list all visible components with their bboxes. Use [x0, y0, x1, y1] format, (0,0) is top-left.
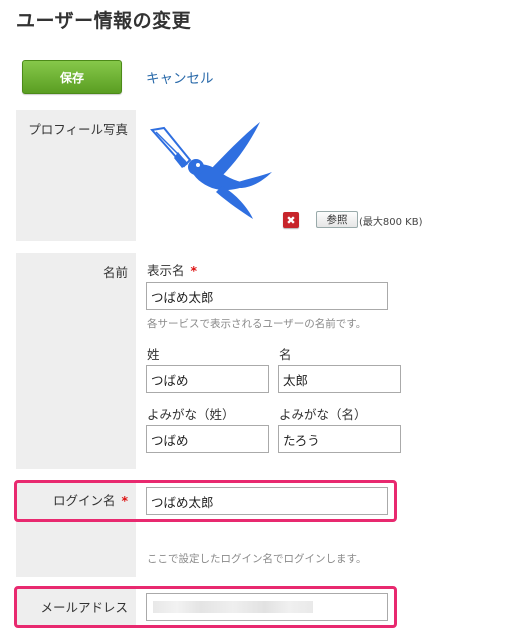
display-name-help: 各サービスで表示されるユーザーの名前です。 — [147, 318, 367, 330]
page-title: ユーザー情報の変更 — [16, 10, 192, 32]
last-kana-label: よみがな（姓） — [147, 407, 235, 422]
cancel-link[interactable]: キャンセル — [146, 67, 214, 87]
first-kana-label: よみがな（名） — [279, 407, 367, 422]
delete-photo-button[interactable]: ✖ — [283, 212, 299, 228]
name-label-cell: 名前 — [16, 253, 136, 469]
save-button[interactable]: 保存 — [22, 60, 122, 94]
last-name-label: 姓 — [147, 347, 160, 362]
max-size-note: (最大800 KB) — [359, 217, 423, 228]
login-row-highlight — [14, 480, 397, 522]
required-mark: * — [190, 263, 198, 278]
first-name-input[interactable]: 太郎 — [278, 365, 401, 393]
login-name-help: ここで設定したログイン名でログインします。 — [147, 553, 367, 565]
first-kana-input[interactable]: たろう — [278, 425, 401, 453]
display-name-label-text: 表示名 — [147, 263, 185, 278]
display-name-input[interactable]: つばめ太郎 — [146, 282, 388, 310]
name-label: 名前 — [102, 265, 128, 280]
email-row-highlight — [14, 586, 397, 628]
profile-photo-label: プロフィール写真 — [28, 122, 128, 137]
profile-photo-label-cell: プロフィール写真 — [16, 110, 136, 241]
last-kana-input[interactable]: つばめ — [146, 425, 269, 453]
display-name-label: 表示名 * — [147, 260, 197, 279]
first-name-label: 名 — [279, 347, 292, 362]
last-name-input[interactable]: つばめ — [146, 365, 269, 393]
browse-button[interactable]: 参照 — [316, 211, 358, 228]
close-icon: ✖ — [286, 213, 296, 227]
swallow-pen-icon — [150, 122, 272, 219]
